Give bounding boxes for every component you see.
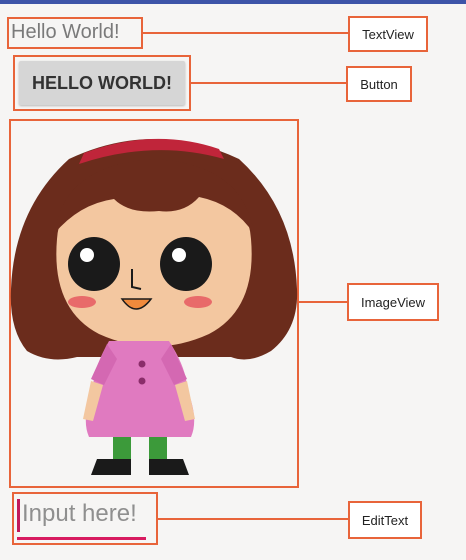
imageview-connector-line (299, 301, 347, 303)
textview-text: Hello World! (11, 21, 120, 43)
textview-connector-line (143, 32, 348, 34)
input-underline (17, 537, 146, 540)
textview-callout-label: TextView (348, 16, 428, 52)
imageview-callout-label: ImageView (347, 283, 439, 321)
cartoon-girl-image (10, 138, 298, 475)
text-cursor (17, 499, 20, 532)
hello-world-button[interactable]: HELLO WORLD! (19, 61, 185, 105)
app-top-bar (0, 0, 466, 4)
edittext-callout-label: EditText (348, 501, 422, 539)
edittext-connector-line (158, 518, 348, 520)
button-connector-line (191, 82, 346, 84)
button-callout-label: Button (346, 66, 412, 102)
input-field-text[interactable]: Input here! (22, 500, 137, 528)
